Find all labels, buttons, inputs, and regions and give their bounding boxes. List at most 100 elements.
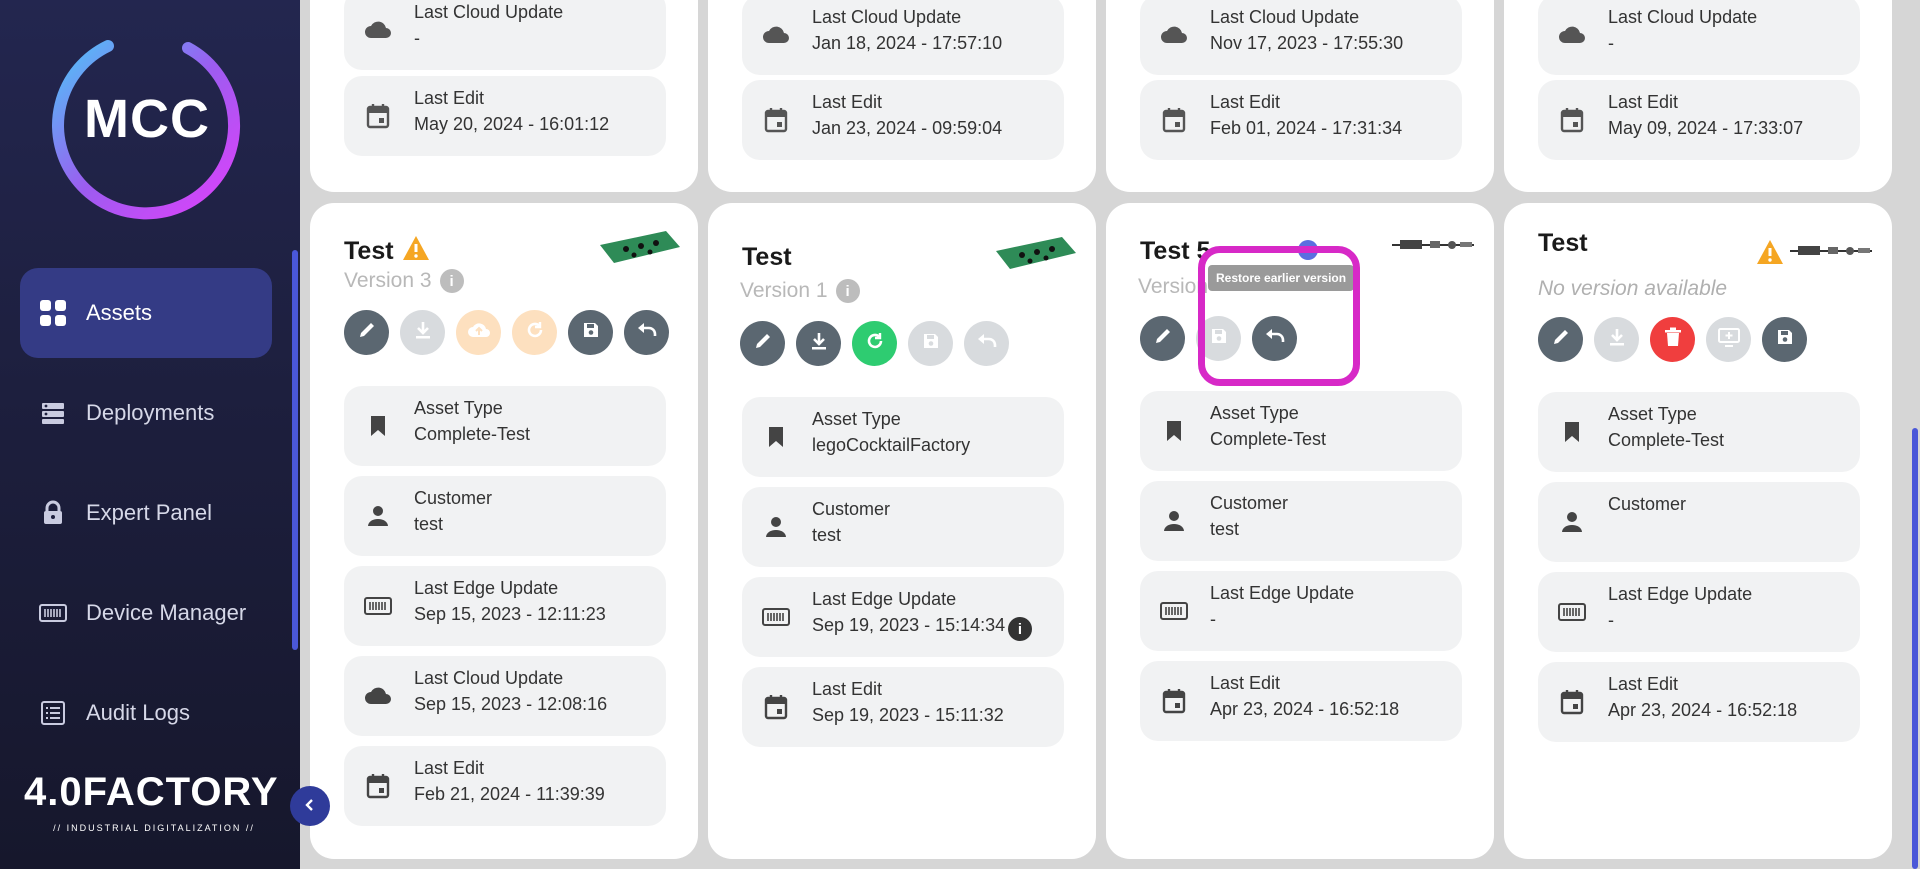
cloud-upload-button[interactable] [456,310,501,355]
field-label: Customer [1608,494,1687,514]
assets-grid: Last Cloud Update - Last Edit May 20, 20… [300,0,1920,869]
pencil-icon [753,331,773,356]
edit-button[interactable] [1538,317,1583,362]
asset-card[interactable]: Test Version 1 i Asset Type legoCocktail… [708,203,1096,859]
field-label: Last Cloud Update [1608,7,1758,27]
main-scrollbar[interactable] [1912,428,1918,869]
download-icon [1607,327,1627,352]
sidebar-item-expert-panel[interactable]: Expert Panel [20,468,272,558]
save-button[interactable] [908,321,953,366]
field-value: Apr 23, 2024 - 16:52:18 [1210,699,1400,719]
field-value: Sep 15, 2023 - 12:11:23 [414,604,606,624]
bookmark-icon [1558,418,1586,446]
brand-logo: 4.0FACTORY // INDUSTRIAL DIGITALIZATION … [24,770,284,833]
asset-card[interactable]: Test No version available Asset Type Com… [1504,203,1892,859]
last-edit-field: Last Edit Apr 23, 2024 - 16:52:18 [1538,662,1860,742]
sync-button[interactable] [512,310,557,355]
person-icon [1160,507,1188,535]
field-value: Complete-Test [414,424,531,444]
undo-icon [976,331,998,356]
person-icon [1558,508,1586,536]
edit-button[interactable] [740,321,785,366]
asset-card: Last Cloud Update - Last Edit May 20, 20… [310,0,698,192]
calendar-icon [364,102,392,130]
asset-card: Last Cloud Update Nov 17, 2023 - 17:55:3… [1106,0,1494,192]
save-button[interactable] [568,310,613,355]
info-icon[interactable]: i [439,269,464,293]
download-button[interactable] [1594,317,1639,362]
edit-button[interactable] [1140,316,1185,361]
version-label: Version 1 [740,279,828,302]
sidebar-item-label: Expert Panel [86,500,212,525]
sidebar: MCC Assets Deployments Expert Panel Devi… [0,0,300,869]
collapse-sidebar-button[interactable] [290,786,330,826]
field-label: Last Edge Update [1210,583,1355,603]
undo-button[interactable] [624,310,669,355]
info-icon[interactable]: i [1008,617,1032,641]
field-value: legoCocktailFactory [812,435,971,455]
cloud-icon [364,682,392,710]
card-actions [740,321,1009,366]
field-value: Feb 21, 2024 - 11:39:39 [414,784,605,804]
asset-card[interactable]: Test Version 3 i Asset Type Complete-Tes… [310,203,698,859]
sidebar-item-label: Device Manager [86,600,247,625]
cloud-upload-icon [467,320,491,345]
last-edit-field: Last Edit Apr 23, 2024 - 16:52:18 [1140,661,1462,741]
asset-type-field: Asset Type Complete-Test [1140,391,1462,471]
field-label: Asset Type [812,409,901,429]
sidebar-scrollbar[interactable] [292,250,298,650]
last-edit-field: Last Edit Sep 19, 2023 - 15:11:32 [742,667,1064,747]
sidebar-item-device-manager[interactable]: Device Manager [20,568,272,658]
server-icon [36,396,70,430]
version-label: Version 3 [344,269,432,292]
field-label: Last Edge Update [812,589,957,609]
field-label: Asset Type [1210,403,1299,423]
last-edit-field: Last Edit May 20, 2024 - 16:01:12 [344,76,666,156]
grid-icon [36,296,70,330]
last-edge-update-field: Last Edge Update - [1140,571,1462,651]
sync-icon [525,320,545,345]
calendar-icon [1160,687,1188,715]
last-cloud-update-field: Last Cloud Update Sep 15, 2023 - 12:08:1… [344,656,666,736]
field-label: Customer [812,499,891,519]
edge-device-icon [1558,598,1586,626]
edge-device-icon [762,603,790,631]
delete-button[interactable] [1650,317,1695,362]
field-value: test [414,514,444,534]
field-value: Feb 01, 2024 - 17:31:34 [1210,118,1403,138]
field-value: Sep 19, 2023 - 15:14:34 [812,615,1006,635]
sidebar-item-deployments[interactable]: Deployments [20,368,272,458]
sidebar-item-assets[interactable]: Assets [20,268,272,358]
save-icon [581,320,601,345]
last-edge-update-field: Last Edge Update - [1538,572,1860,652]
field-label: Last Edit [812,679,883,699]
version-label: No version available [1538,277,1728,300]
info-icon[interactable]: i [835,279,860,303]
deploy-button[interactable] [1706,317,1751,362]
bookmark-icon [1160,417,1188,445]
customer-field: Customer test [344,476,666,556]
calendar-icon [364,772,392,800]
field-label: Last Edit [414,88,485,108]
field-label: Last Edit [1210,92,1281,112]
bookmark-icon [364,412,392,440]
sync-button[interactable] [852,321,897,366]
customer-field: Customer test [1140,481,1462,561]
field-value: Sep 19, 2023 - 15:11:32 [812,705,1004,725]
field-value: - [414,28,420,48]
sidebar-item-audit-logs[interactable]: Audit Logs [20,668,272,758]
save-button[interactable] [1762,317,1807,362]
edit-button[interactable] [344,310,389,355]
download-button[interactable] [796,321,841,366]
asset-card: Last Cloud Update Jan 18, 2024 - 17:57:1… [708,0,1096,192]
field-label: Last Edit [414,758,485,778]
download-button[interactable] [400,310,445,355]
field-label: Last Edit [1210,673,1281,693]
field-value: test [812,525,842,545]
undo-button[interactable] [964,321,1009,366]
field-value: Jan 18, 2024 - 17:57:10 [812,33,1003,53]
last-edge-update-field: Last Edge Update Sep 15, 2023 - 12:11:23 [344,566,666,646]
card-version: Version 3 i [344,269,464,293]
card-title-text: Test [742,243,792,271]
asset-card[interactable]: Test 5 Version Restore earlier version A… [1106,203,1494,859]
